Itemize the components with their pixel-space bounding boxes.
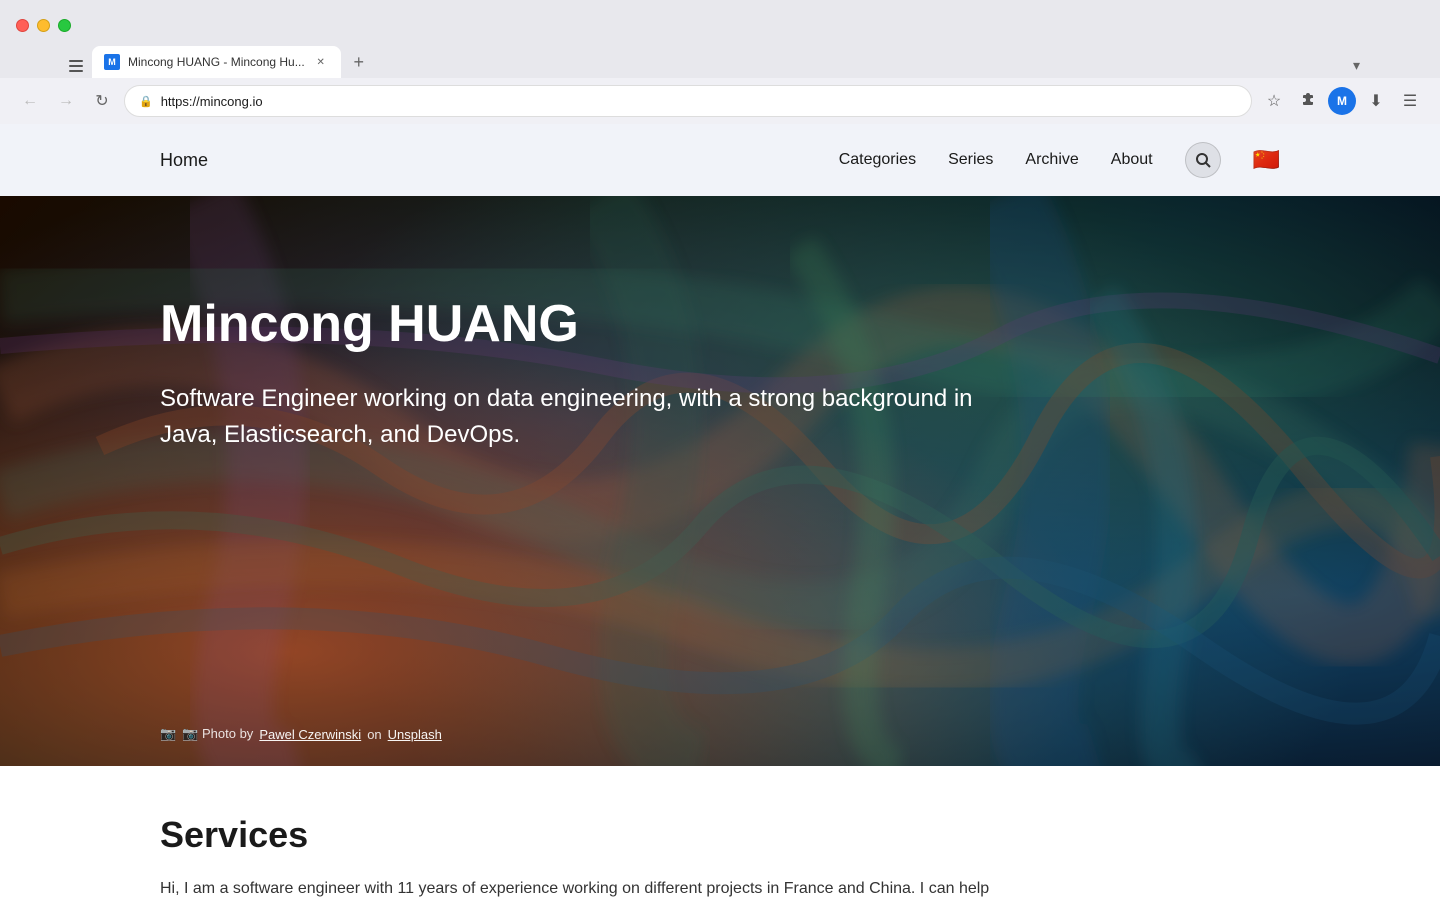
browser-chrome: M Mincong HUANG - Mincong Hu... ✕ + ▾ ← …	[0, 0, 1440, 124]
site-logo[interactable]: Home	[160, 150, 208, 171]
tab-close-button[interactable]: ✕	[313, 54, 329, 70]
close-button[interactable]	[16, 19, 29, 32]
bookmark-button[interactable]: ☆	[1260, 87, 1288, 115]
sidebar-toggle[interactable]	[60, 58, 92, 74]
toolbar-right: ☆ M ⬇ ☰	[1260, 87, 1424, 115]
photo-icon: 📷	[160, 726, 176, 742]
nav-categories[interactable]: Categories	[839, 151, 916, 169]
url-display: https://mincong.io	[161, 94, 263, 109]
services-section: Services Hi, I am a software engineer wi…	[0, 766, 1440, 902]
photo-credit-text: 📷 Photo by	[182, 726, 253, 742]
tab-favicon: M	[104, 54, 120, 70]
tab-list-button[interactable]: ▾	[1353, 57, 1360, 74]
profile-button[interactable]: M	[1328, 87, 1356, 115]
language-flag[interactable]: 🇨🇳	[1253, 147, 1280, 173]
photographer-link[interactable]: Pawel Czerwinski	[259, 727, 361, 742]
hero-title: Mincong HUANG	[160, 296, 1280, 353]
tab-bar: M Mincong HUANG - Mincong Hu... ✕ + ▾	[0, 40, 1440, 78]
title-bar	[0, 0, 1440, 40]
menu-button[interactable]: ☰	[1396, 87, 1424, 115]
services-description: Hi, I am a software engineer with 11 yea…	[160, 876, 1280, 902]
traffic-lights	[16, 19, 71, 32]
reload-button[interactable]: ↻	[88, 87, 116, 115]
search-button[interactable]	[1185, 142, 1221, 178]
forward-button[interactable]: →	[52, 87, 80, 115]
address-bar-row: ← → ↻ 🔒 https://mincong.io ☆ M ⬇ ☰	[0, 78, 1440, 124]
new-tab-button[interactable]: +	[345, 48, 373, 76]
address-bar[interactable]: 🔒 https://mincong.io	[124, 85, 1252, 117]
site-navigation: Home Categories Series Archive About 🇨🇳	[0, 124, 1440, 196]
nav-about[interactable]: About	[1111, 151, 1153, 169]
hero-photo-credit: 📷 📷 Photo by Pawel Czerwinski on Unsplas…	[160, 726, 442, 742]
nav-archive[interactable]: Archive	[1025, 151, 1078, 169]
lock-icon: 🔒	[139, 95, 153, 108]
nav-links: Categories Series Archive About 🇨🇳	[839, 142, 1280, 178]
nav-series[interactable]: Series	[948, 151, 993, 169]
fullscreen-button[interactable]	[58, 19, 71, 32]
hero-section: Mincong HUANG Software Engineer working …	[0, 196, 1440, 766]
back-button[interactable]: ←	[16, 87, 44, 115]
hero-subtitle: Software Engineer working on data engine…	[160, 381, 980, 453]
download-button[interactable]: ⬇	[1362, 87, 1390, 115]
website-content: Home Categories Series Archive About 🇨🇳	[0, 124, 1440, 902]
tab-title: Mincong HUANG - Mincong Hu...	[128, 55, 305, 69]
hero-content: Mincong HUANG Software Engineer working …	[0, 196, 1440, 533]
photo-source-link[interactable]: Unsplash	[388, 727, 442, 742]
photo-on-text: on	[367, 727, 381, 742]
minimize-button[interactable]	[37, 19, 50, 32]
services-title: Services	[160, 814, 1280, 856]
extensions-button[interactable]	[1294, 87, 1322, 115]
browser-tab-active[interactable]: M Mincong HUANG - Mincong Hu... ✕	[92, 46, 341, 78]
